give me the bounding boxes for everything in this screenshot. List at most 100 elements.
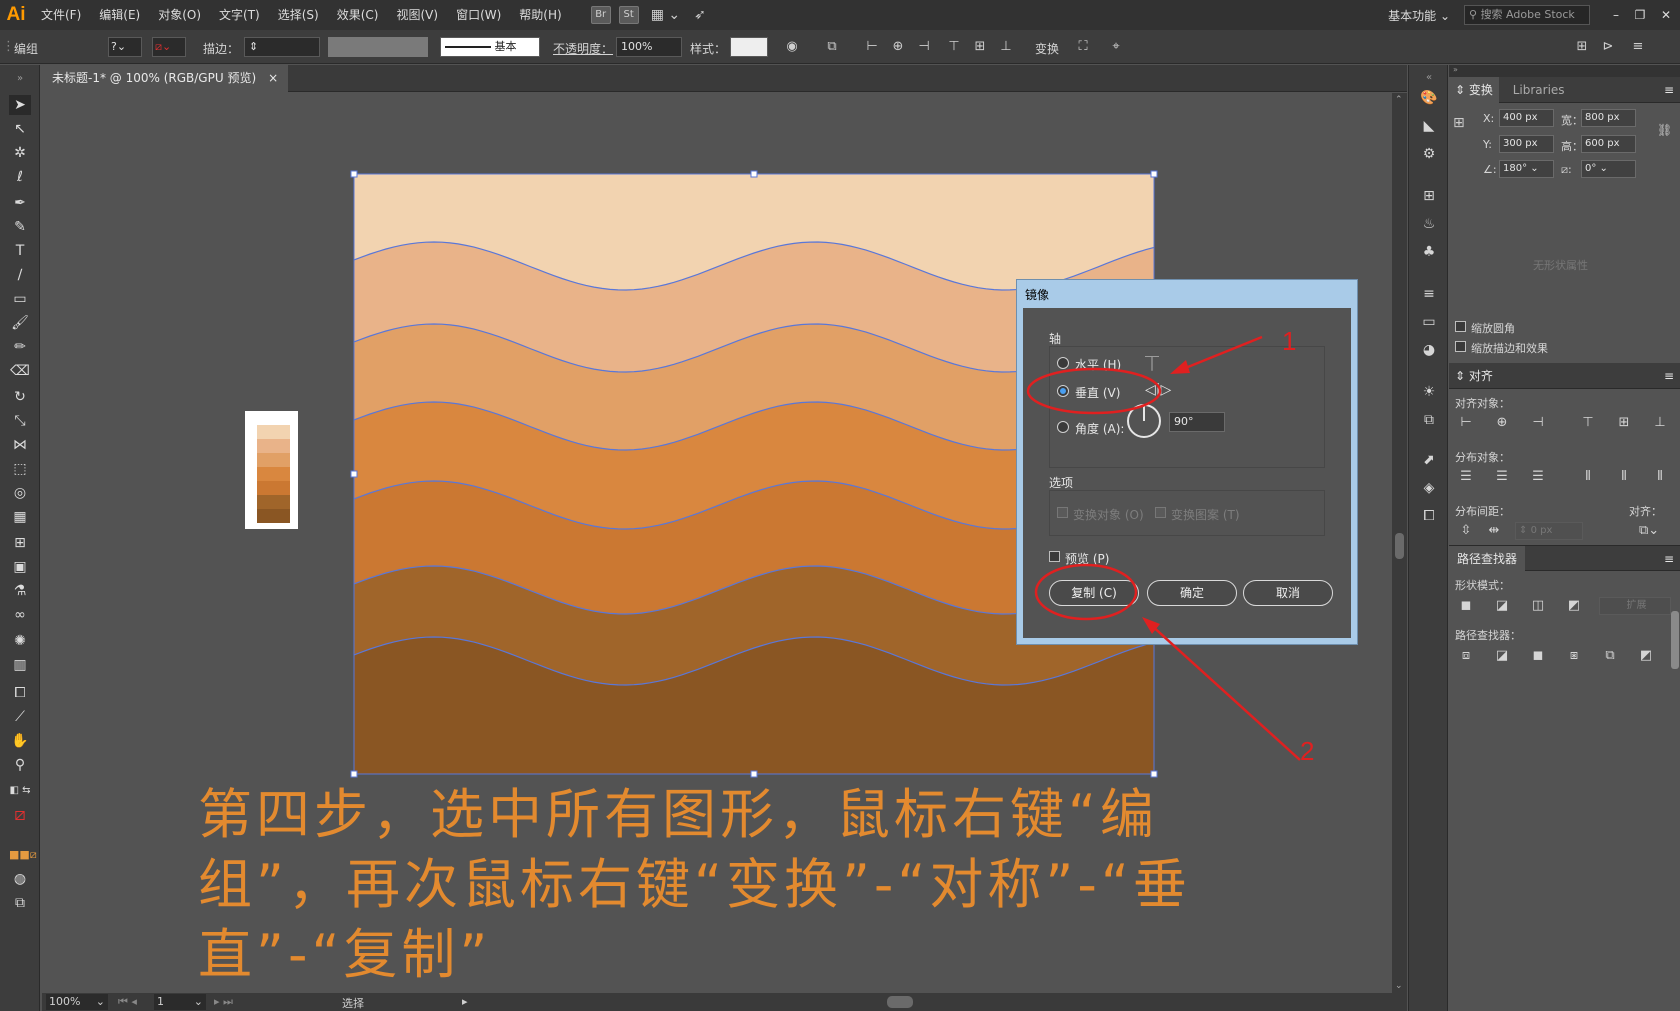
appearance-panel-icon[interactable]: ☀ xyxy=(1420,383,1438,401)
pencil-tool-icon[interactable]: ✏ xyxy=(9,337,31,357)
rectangle-tool-icon[interactable]: ▭ xyxy=(9,289,31,309)
h-align-right-icon[interactable]: ⊣ xyxy=(1529,415,1547,431)
export-panel-icon[interactable]: ⬈ xyxy=(1420,451,1438,469)
width-tool-icon[interactable]: ⋈ xyxy=(9,435,31,455)
menu-help[interactable]: 帮助(H) xyxy=(510,0,570,30)
h-scroll-thumb[interactable] xyxy=(887,996,913,1008)
type-tool-icon[interactable]: T xyxy=(9,241,31,261)
minus-front-icon[interactable]: ◪ xyxy=(1493,598,1511,614)
dist-bottom-icon[interactable]: ☰ xyxy=(1529,469,1547,485)
artboard-number-field[interactable]: 1 ⌄ xyxy=(154,994,206,1010)
rotate-field[interactable]: 180° ⌄ xyxy=(1499,160,1554,178)
constrain-proportions-icon[interactable]: ⛓ xyxy=(1657,123,1672,137)
reference-point-icon[interactable]: ⊞ xyxy=(1453,115,1465,131)
artboard-nav-first-icon[interactable]: ⏮ ◂ xyxy=(118,995,137,1009)
layers-asset-icon[interactable]: ⧉ xyxy=(1420,411,1438,429)
status-menu-icon[interactable]: ▸ xyxy=(462,995,468,1008)
horizontal-radio[interactable] xyxy=(1057,357,1069,369)
gradient-tool-icon[interactable]: ▣ xyxy=(9,557,31,577)
horizontal-scrollbar[interactable] xyxy=(472,995,1392,1009)
workspace-switcher[interactable]: 基本功能 ⌄ xyxy=(1388,7,1450,24)
rotate-tool-icon[interactable]: ↻ xyxy=(9,387,31,407)
dist-top-icon[interactable]: ☰ xyxy=(1457,469,1475,485)
close-tab-icon[interactable]: × xyxy=(268,65,278,92)
dist-hcenter-icon[interactable]: ⫴ xyxy=(1615,469,1633,485)
panel-scroll-thumb[interactable] xyxy=(1671,611,1679,669)
dist-vcenter-icon[interactable]: ☰ xyxy=(1493,469,1511,485)
recolor-artwork-icon[interactable]: ◉ xyxy=(784,39,800,55)
artboard-nav-last-icon[interactable]: ▸ ⏭ xyxy=(214,995,233,1009)
intersect-icon[interactable]: ◫ xyxy=(1529,598,1547,614)
fill-swatch[interactable]: ?⌄ xyxy=(108,37,142,57)
selection-handle[interactable] xyxy=(750,170,758,178)
selection-handle[interactable] xyxy=(750,770,758,778)
curvature-tool-icon[interactable]: ✎ xyxy=(9,217,31,237)
spacing-field[interactable]: ⇕ 0 px xyxy=(1515,522,1583,540)
transform-objects-checkbox[interactable] xyxy=(1057,507,1068,518)
tab-align[interactable]: ⇕ 对齐 xyxy=(1449,369,1499,383)
dist-space-h-icon[interactable]: ⇹ xyxy=(1485,523,1503,539)
vertical-scrollbar[interactable]: ⌃ ⌄ xyxy=(1392,93,1407,993)
align-bottom-icon[interactable]: ⊥ xyxy=(998,39,1014,55)
divide-icon[interactable]: ⧈ xyxy=(1457,648,1475,664)
minimize-icon[interactable]: – xyxy=(1604,8,1628,22)
expand-button[interactable]: 扩展 xyxy=(1599,597,1671,615)
artboard-tool-icon[interactable]: ⧠ xyxy=(9,683,31,703)
isolate-group-icon[interactable]: ⛶ xyxy=(1075,39,1091,55)
perspective-grid-tool-icon[interactable]: ▦ xyxy=(9,507,31,527)
direct-selection-tool-icon[interactable]: ↖ xyxy=(9,119,31,139)
y-field[interactable]: 300 px xyxy=(1499,135,1554,153)
stock-button[interactable]: St xyxy=(618,6,639,24)
tab-libraries[interactable]: Libraries xyxy=(1503,83,1575,97)
scroll-up-icon[interactable]: ⌃ xyxy=(1395,95,1403,105)
swatches-panel-icon[interactable]: ⚙ xyxy=(1420,145,1438,163)
v-align-bottom-icon[interactable]: ⊥ xyxy=(1651,415,1669,431)
menu-edit[interactable]: 编辑(E) xyxy=(90,0,149,30)
ok-button[interactable]: 确定 xyxy=(1147,580,1237,606)
v-align-center-icon[interactable]: ⊞ xyxy=(1615,415,1633,431)
panel-collapse-bar[interactable]: » xyxy=(1449,65,1680,77)
variable-width-profile[interactable] xyxy=(328,37,428,57)
line-tool-icon[interactable]: ∕ xyxy=(9,265,31,285)
transform-link[interactable]: 变换 xyxy=(1035,40,1059,57)
align-menu-icon[interactable]: ≡ xyxy=(1664,363,1674,389)
blend-tool-icon[interactable]: ∞ xyxy=(9,605,31,625)
dist-left-icon[interactable]: ⫴ xyxy=(1579,469,1597,485)
tab-pathfinder[interactable]: 路径查找器 xyxy=(1449,546,1526,572)
screen-mode-icon[interactable]: ⧉ xyxy=(9,893,31,913)
h-align-left-icon[interactable]: ⊢ xyxy=(1457,415,1475,431)
selection-handle[interactable] xyxy=(1150,770,1158,778)
zoom-select[interactable]: 100% ⌄ xyxy=(46,994,108,1010)
unite-icon[interactable]: ◼ xyxy=(1457,598,1475,614)
brushes-panel-icon[interactable]: ⊞ xyxy=(1420,187,1438,205)
stroke-panel-icon[interactable]: ≡ xyxy=(1420,285,1438,303)
angle-field[interactable]: 90° xyxy=(1169,412,1225,432)
minus-back-icon[interactable]: ◩ xyxy=(1637,648,1655,664)
merge-icon[interactable]: ◼ xyxy=(1529,648,1547,664)
selection-tool-icon[interactable]: ➤ xyxy=(9,95,31,115)
slice-tool-icon[interactable]: ⟋ xyxy=(9,707,31,727)
control-menu-icon[interactable]: ≡ xyxy=(1630,39,1646,55)
drawing-mode-icon[interactable]: ◍ xyxy=(9,869,31,889)
opacity-field[interactable]: 100% xyxy=(616,37,682,57)
scale-strokes-checkbox[interactable] xyxy=(1455,341,1466,352)
symbol-sprayer-tool-icon[interactable]: ✺ xyxy=(9,631,31,651)
zoom-tool-icon[interactable]: ⚲ xyxy=(9,755,31,775)
document-tab[interactable]: 未标题-1* @ 100% (RGB/GPU 预览) × xyxy=(42,65,289,92)
scroll-thumb[interactable] xyxy=(1395,533,1404,559)
selection-handle[interactable] xyxy=(350,470,358,478)
collapse-tools-icon[interactable]: » xyxy=(9,69,31,89)
artboards-panel-icon[interactable]: ⧠ xyxy=(1420,507,1438,525)
magic-wand-tool-icon[interactable]: ✲ xyxy=(9,143,31,163)
width-field[interactable]: 800 px xyxy=(1581,109,1636,127)
bridge-button[interactable]: Br xyxy=(590,6,611,24)
selection-handle[interactable] xyxy=(1150,170,1158,178)
arrange-icon[interactable]: ⊞ xyxy=(1574,39,1590,55)
puppet-warp-icon[interactable]: ⌖ xyxy=(1108,39,1124,55)
selection-handle[interactable] xyxy=(350,770,358,778)
scale-corners-checkbox[interactable] xyxy=(1455,321,1466,332)
color-guide-icon[interactable]: ◣ xyxy=(1420,117,1438,135)
eraser-tool-icon[interactable]: ⌫ xyxy=(9,361,31,381)
mesh-tool-icon[interactable]: ⊞ xyxy=(9,533,31,553)
menu-window[interactable]: 窗口(W) xyxy=(447,0,510,30)
